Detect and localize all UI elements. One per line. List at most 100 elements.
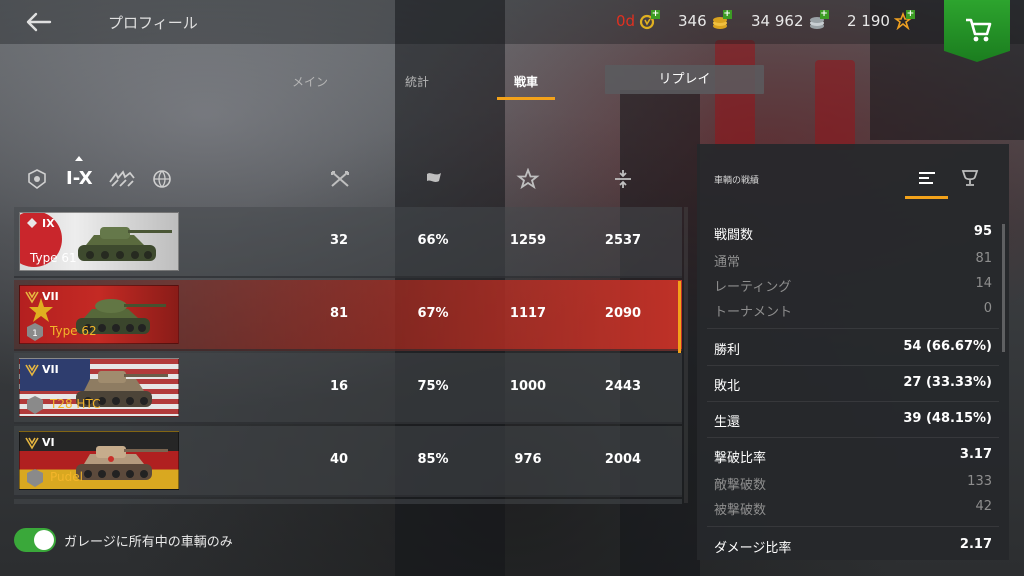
panel-scrollbar[interactable] bbox=[1002, 224, 1005, 352]
tank-battles: 81 bbox=[329, 306, 349, 321]
tank-name: Pudel bbox=[50, 470, 83, 484]
credits-counter[interactable]: 34 962 + bbox=[751, 10, 829, 30]
type-filter-icon bbox=[109, 170, 135, 187]
tank-winrate: 75% bbox=[417, 379, 449, 394]
stat-battles: 戦闘数 95 bbox=[714, 224, 992, 243]
tank-row-partial[interactable] bbox=[14, 499, 682, 504]
divider bbox=[707, 437, 999, 438]
stat-deaths: 被撃破数 42 bbox=[714, 499, 992, 518]
tab-statistics[interactable]: 統計 bbox=[400, 73, 434, 90]
owned-only-toggle[interactable] bbox=[14, 528, 56, 552]
trophy-icon bbox=[961, 170, 979, 186]
tank-list-scroll-thumb[interactable] bbox=[678, 281, 681, 353]
mastery-level-icon: 1 bbox=[27, 323, 43, 341]
tab-vehicles[interactable]: 戦車 bbox=[507, 73, 545, 90]
stat-kd-ratio: 撃破比率 3.17 bbox=[714, 447, 992, 466]
list-view-icon bbox=[919, 172, 935, 184]
panel-title: 車輌の戦績 bbox=[714, 176, 760, 186]
tank-card: VI Pudel bbox=[19, 431, 179, 490]
owned-only-label: ガレージに所有中の車輌のみ bbox=[64, 535, 233, 550]
tank-tier: IX bbox=[42, 217, 55, 230]
tank-row-pudel[interactable]: VI Pudel 40 85% 976 2004 bbox=[14, 426, 682, 497]
stat-label: 敗北 bbox=[714, 379, 741, 394]
battles-column-header[interactable] bbox=[328, 168, 352, 190]
tank-winrate: 85% bbox=[417, 452, 449, 467]
stat-label: 勝利 bbox=[714, 343, 741, 358]
stat-survived: 生還 39 (48.15%) bbox=[714, 411, 992, 430]
tank-name: Type 61 bbox=[30, 251, 77, 265]
stat-label: 敵撃破数 bbox=[714, 478, 767, 493]
nation-filter-icon bbox=[153, 170, 171, 188]
stat-value: 14 bbox=[975, 276, 992, 291]
tank-image bbox=[78, 227, 172, 261]
avg-xp-icon bbox=[615, 170, 631, 188]
nation-filter[interactable] bbox=[152, 168, 172, 194]
type-filter[interactable] bbox=[108, 168, 136, 194]
stat-label: ダメージ比率 bbox=[714, 541, 792, 556]
tank-row-type-61[interactable]: IX Type 61 32 66% 1259 2537 bbox=[14, 207, 682, 278]
free-xp-icon: + bbox=[893, 10, 915, 31]
stat-value: 39 (48.15%) bbox=[903, 411, 992, 426]
gold-value: 346 bbox=[678, 12, 707, 30]
stat-defeats: 敗北 27 (33.33%) bbox=[714, 375, 992, 394]
avg-xp-column-header[interactable] bbox=[611, 168, 635, 190]
stat-label: 撃破比率 bbox=[714, 451, 767, 466]
back-button[interactable] bbox=[24, 8, 54, 36]
premium-icon: + bbox=[639, 10, 661, 30]
stat-rating: レーティング 14 bbox=[714, 276, 992, 295]
tank-list-scrollbar[interactable] bbox=[684, 207, 688, 503]
tank-winrate: 67% bbox=[417, 306, 449, 321]
divider bbox=[707, 328, 999, 329]
stat-value: 133 bbox=[967, 474, 992, 489]
mastery-badge-icon bbox=[25, 437, 39, 450]
tank-avg-damage: 1117 bbox=[509, 306, 547, 321]
cart-icon bbox=[966, 18, 992, 42]
stat-regular: 通常 81 bbox=[714, 251, 992, 270]
stat-value: 3.17 bbox=[959, 447, 992, 462]
tank-avg-xp: 2443 bbox=[604, 379, 642, 394]
mastery-filter[interactable] bbox=[26, 168, 48, 194]
replay-button[interactable]: リプレイ bbox=[605, 65, 764, 94]
stat-value: 95 bbox=[973, 224, 992, 239]
tank-avg-xp: 2004 bbox=[604, 452, 642, 467]
premium-value: 0d bbox=[616, 12, 636, 30]
mastery-level-icon bbox=[27, 396, 43, 414]
premium-counter[interactable]: 0d + bbox=[616, 10, 661, 30]
shop-button[interactable] bbox=[944, 0, 1010, 62]
toggle-knob bbox=[34, 530, 54, 550]
stat-value: 81 bbox=[975, 251, 992, 266]
tier-diamond-icon bbox=[27, 218, 37, 228]
stat-label: レーティング bbox=[714, 280, 792, 295]
credits-icon: + bbox=[808, 10, 829, 30]
avg-damage-icon bbox=[516, 167, 540, 190]
tank-battles: 16 bbox=[329, 379, 349, 394]
tab-main[interactable]: メイン bbox=[290, 73, 330, 90]
tank-card: IX Type 61 bbox=[19, 212, 179, 271]
tank-list[interactable]: IX Type 61 32 66% 1259 2537 VII 1 Type 6… bbox=[14, 207, 682, 504]
stat-value: 0 bbox=[983, 301, 992, 316]
stat-victories: 勝利 54 (66.67%) bbox=[714, 339, 992, 358]
tank-card: VII 1 Type 62 bbox=[19, 285, 179, 344]
free-xp-counter[interactable]: 2 190 + bbox=[847, 10, 915, 31]
panel-active-indicator bbox=[905, 196, 948, 199]
avg-damage-column-header[interactable] bbox=[516, 167, 540, 190]
tank-avg-damage: 976 bbox=[514, 452, 542, 467]
tank-tier: VII bbox=[42, 363, 59, 376]
stat-value: 42 bbox=[975, 499, 992, 514]
vehicle-stats-panel: 車輌の戦績 戦闘数 95 通常 81 レーティング 14 トーナメント 0 勝利… bbox=[697, 144, 1009, 560]
tank-avg-xp: 2537 bbox=[604, 233, 642, 248]
stat-value: 54 (66.67%) bbox=[903, 339, 992, 354]
list-view-button[interactable] bbox=[916, 168, 938, 188]
tank-winrate: 66% bbox=[417, 233, 449, 248]
tier-filter-caret bbox=[75, 156, 83, 161]
divider bbox=[707, 401, 999, 402]
stat-label: 戦闘数 bbox=[714, 228, 754, 243]
achievements-view-button[interactable] bbox=[959, 168, 981, 188]
stat-tournament: トーナメント 0 bbox=[714, 301, 992, 320]
tier-filter[interactable]: I-X bbox=[66, 168, 93, 189]
tank-row-type-62[interactable]: VII 1 Type 62 81 67% 1117 2090 bbox=[14, 280, 682, 351]
tank-battles: 40 bbox=[329, 452, 349, 467]
tank-row-t28-htc[interactable]: VII T28 HTC 16 75% 1000 2443 bbox=[14, 353, 682, 424]
winrate-column-header[interactable] bbox=[421, 168, 445, 190]
gold-counter[interactable]: 346 + bbox=[678, 10, 732, 30]
